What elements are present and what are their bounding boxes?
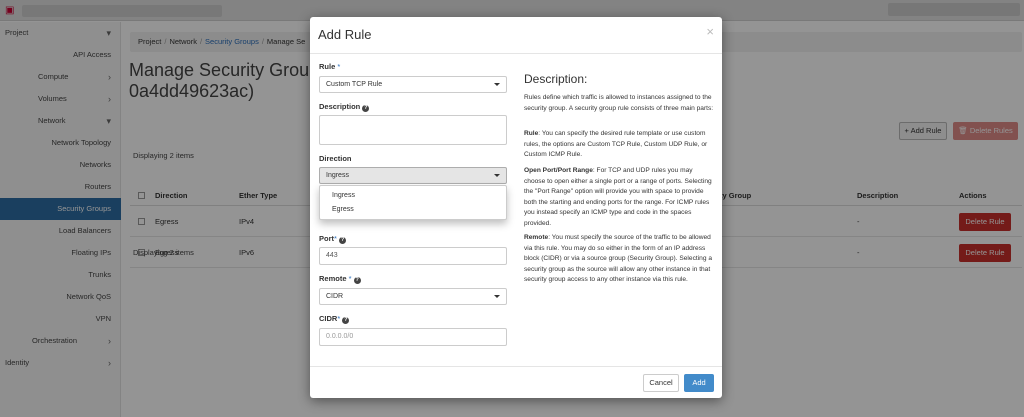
port-input[interactable]: 443 <box>319 247 507 265</box>
required-asterisk: * <box>334 234 337 243</box>
direction-select-value: Ingress <box>326 172 349 179</box>
direction-select[interactable]: Ingress <box>319 167 507 184</box>
remote-label: Remote * ? <box>319 274 361 284</box>
help-panel-rule: Rule: You can specify the desired rule t… <box>524 129 714 161</box>
description-label-text: Description <box>319 102 361 111</box>
help-remote-term: Remote <box>524 234 549 241</box>
direction-option-egress[interactable]: Egress <box>332 206 354 213</box>
caret-down-icon <box>494 83 500 86</box>
direction-dropdown-menu: Ingress Egress <box>319 185 507 220</box>
help-icon[interactable]: ? <box>342 317 350 324</box>
help-port-text: : For TCP and UDP rules you may choose t… <box>524 167 712 227</box>
cancel-button[interactable]: Cancel <box>643 374 679 392</box>
required-asterisk: * <box>337 314 341 323</box>
required-asterisk: * <box>348 274 352 283</box>
rule-select[interactable]: Custom TCP Rule <box>319 76 507 93</box>
help-remote-text: : You must specify the source of the tra… <box>524 234 712 283</box>
rule-label: Rule * <box>319 62 340 71</box>
close-icon[interactable]: × <box>706 24 714 39</box>
help-panel-port: Open Port/Port Range: For TCP and UDP ru… <box>524 166 714 229</box>
port-label-text: Port <box>319 234 334 243</box>
caret-down-icon <box>494 174 500 177</box>
remote-select-value: CIDR <box>326 293 344 300</box>
modal-footer: Cancel Add <box>310 366 722 398</box>
description-textarea[interactable] <box>319 115 507 145</box>
help-rule-text: : You can specify the desired rule templ… <box>524 130 708 158</box>
rule-label-text: Rule <box>319 62 336 71</box>
add-rule-modal: Add Rule × Rule * Custom TCP Rule Descri… <box>310 17 722 398</box>
modal-title: Add Rule <box>318 27 372 42</box>
remote-select[interactable]: CIDR <box>319 288 507 305</box>
help-icon[interactable]: ? <box>362 105 370 112</box>
direction-option-ingress[interactable]: Ingress <box>332 192 355 199</box>
help-port-term: Open Port/Port Range <box>524 167 593 174</box>
cidr-label-text: CIDR <box>319 314 338 323</box>
help-panel-remote: Remote: You must specify the source of t… <box>524 233 714 286</box>
help-icon[interactable]: ? <box>339 237 347 244</box>
help-icon[interactable]: ? <box>353 277 361 284</box>
help-rule-term: Rule <box>524 130 539 137</box>
required-asterisk: * <box>337 62 341 71</box>
help-panel-title: Description: <box>524 72 588 86</box>
rule-select-value: Custom TCP Rule <box>326 81 383 88</box>
help-panel-intro: Rules define which traffic is allowed to… <box>524 94 714 112</box>
modal-header: Add Rule × <box>310 17 722 54</box>
caret-down-icon <box>494 295 500 298</box>
remote-label-text: Remote <box>319 274 347 283</box>
cidr-label: CIDR* ? <box>319 314 350 324</box>
description-label: Description ? <box>319 102 370 112</box>
cidr-input[interactable]: 0.0.0.0/0 <box>319 328 507 346</box>
port-label: Port* ? <box>319 234 347 244</box>
add-button[interactable]: Add <box>684 374 714 392</box>
direction-label: Direction <box>319 154 352 163</box>
